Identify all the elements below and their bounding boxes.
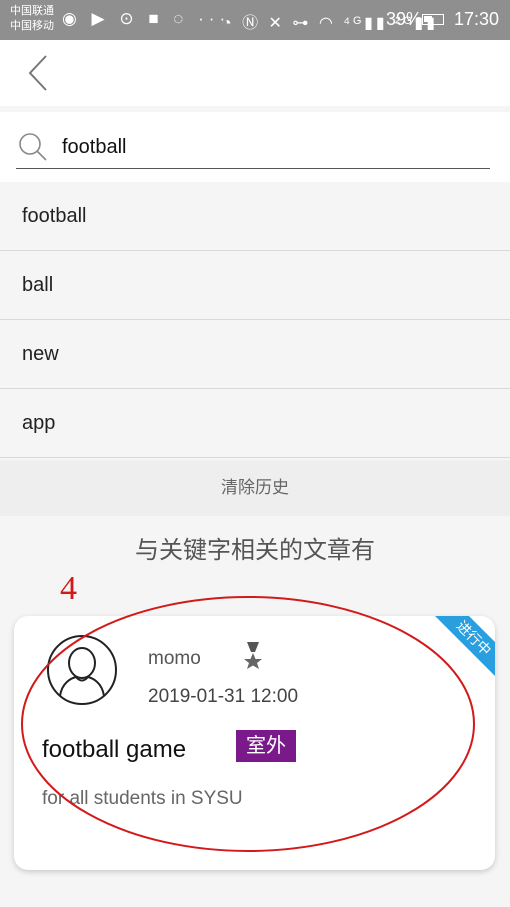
author-name: momo <box>148 648 201 669</box>
search-underline <box>16 168 490 169</box>
search-icon <box>19 133 47 161</box>
clear-history-button[interactable]: 清除历史 <box>0 460 510 516</box>
battery-percent: 39% <box>386 9 423 29</box>
avatar <box>47 635 117 705</box>
related-articles-heading: 与关键字相关的文章有 <box>135 537 375 564</box>
article-card[interactable]: momo 2019-01-31 12:00 football game 室外 f… <box>14 616 495 870</box>
search-history-list: football ball new app <box>0 182 510 458</box>
annotation-number: 4 <box>60 570 77 607</box>
article-title: football game <box>42 736 187 763</box>
article-description: for all students in SYSU <box>42 788 243 809</box>
history-item-football[interactable]: football <box>0 182 510 251</box>
search-bar <box>0 112 510 182</box>
notification-icons: ◉ ▶ ⊙ ■ ◌ ··· <box>62 9 231 28</box>
history-item-ball[interactable]: ball <box>0 251 510 320</box>
medal-icon <box>244 642 262 669</box>
category-tag: 室外 <box>236 730 296 762</box>
carrier-info: 中国联通 中国移动 <box>10 4 54 34</box>
status-bar: 中国联通 中国移动 ◉ ▶ ⊙ ■ ◌ ··· ◔ Ⓝ ✕ ⊶ ◠ ⁴ᴳ▮▮ ²… <box>0 0 510 40</box>
history-item-app[interactable]: app <box>0 389 510 458</box>
carrier-line-2: 中国移动 <box>10 20 54 32</box>
back-button[interactable] <box>22 52 62 94</box>
status-ribbon: 进行中 <box>423 616 495 689</box>
battery-icon <box>422 14 444 25</box>
chevron-left-icon <box>28 55 47 91</box>
clock: 17:30 <box>454 9 500 29</box>
post-date: 2019-01-31 12:00 <box>148 686 299 707</box>
carrier-line-1: 中国联通 <box>10 5 54 17</box>
search-input[interactable] <box>62 132 462 162</box>
history-item-new[interactable]: new <box>0 320 510 389</box>
top-app-bar <box>0 40 510 106</box>
